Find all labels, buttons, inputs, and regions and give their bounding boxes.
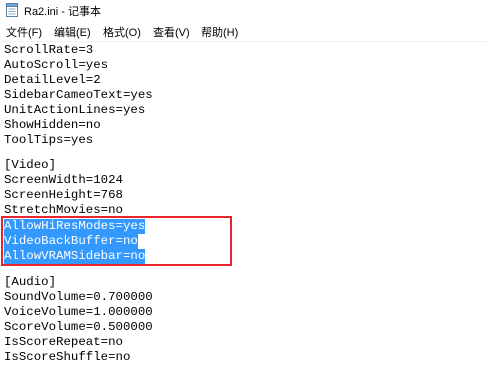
- text-line: ToolTips=yes: [4, 133, 94, 147]
- text-line: SidebarCameoText=yes: [4, 88, 153, 102]
- text-line: ScreenHeight=768: [4, 188, 123, 202]
- text-line: IsScoreRepeat=no: [4, 335, 123, 349]
- text-line: ScoreVolume=0.500000: [4, 320, 153, 334]
- menu-format[interactable]: 格式(O): [103, 23, 141, 41]
- annotation-highlight-box: [1, 216, 232, 266]
- text-line: [Audio]: [4, 275, 57, 289]
- text-line: ScrollRate=3: [4, 43, 94, 57]
- text-line: ScreenWidth=1024: [4, 173, 123, 187]
- text-line: AutoScroll=yes: [4, 58, 109, 72]
- text-line: VoiceVolume=1.000000: [4, 305, 153, 319]
- menu-help[interactable]: 帮助(H): [201, 23, 238, 41]
- text-line: DetailLevel=2: [4, 73, 101, 87]
- text-line: [Video]: [4, 158, 57, 172]
- text-editor[interactable]: ScrollRate=3 AutoScroll=yes DetailLevel=…: [0, 41, 486, 364]
- text-line: ShowHidden=no: [4, 118, 101, 132]
- menu-edit[interactable]: 编辑(E): [54, 23, 91, 41]
- menu-bar: 文件(F) 编辑(E) 格式(O) 查看(V) 帮助(H): [0, 20, 486, 40]
- notepad-icon: [6, 3, 18, 17]
- window-title: Ra2.ini - 记事本: [24, 6, 102, 18]
- text-line: IsScoreShuffle=no: [4, 350, 131, 364]
- title-bar: Ra2.ini - 记事本: [0, 0, 486, 20]
- menu-file[interactable]: 文件(F): [6, 23, 42, 41]
- menu-view[interactable]: 查看(V): [153, 23, 190, 41]
- text-line: UnitActionLines=yes: [4, 103, 146, 117]
- text-line: SoundVolume=0.700000: [4, 290, 153, 304]
